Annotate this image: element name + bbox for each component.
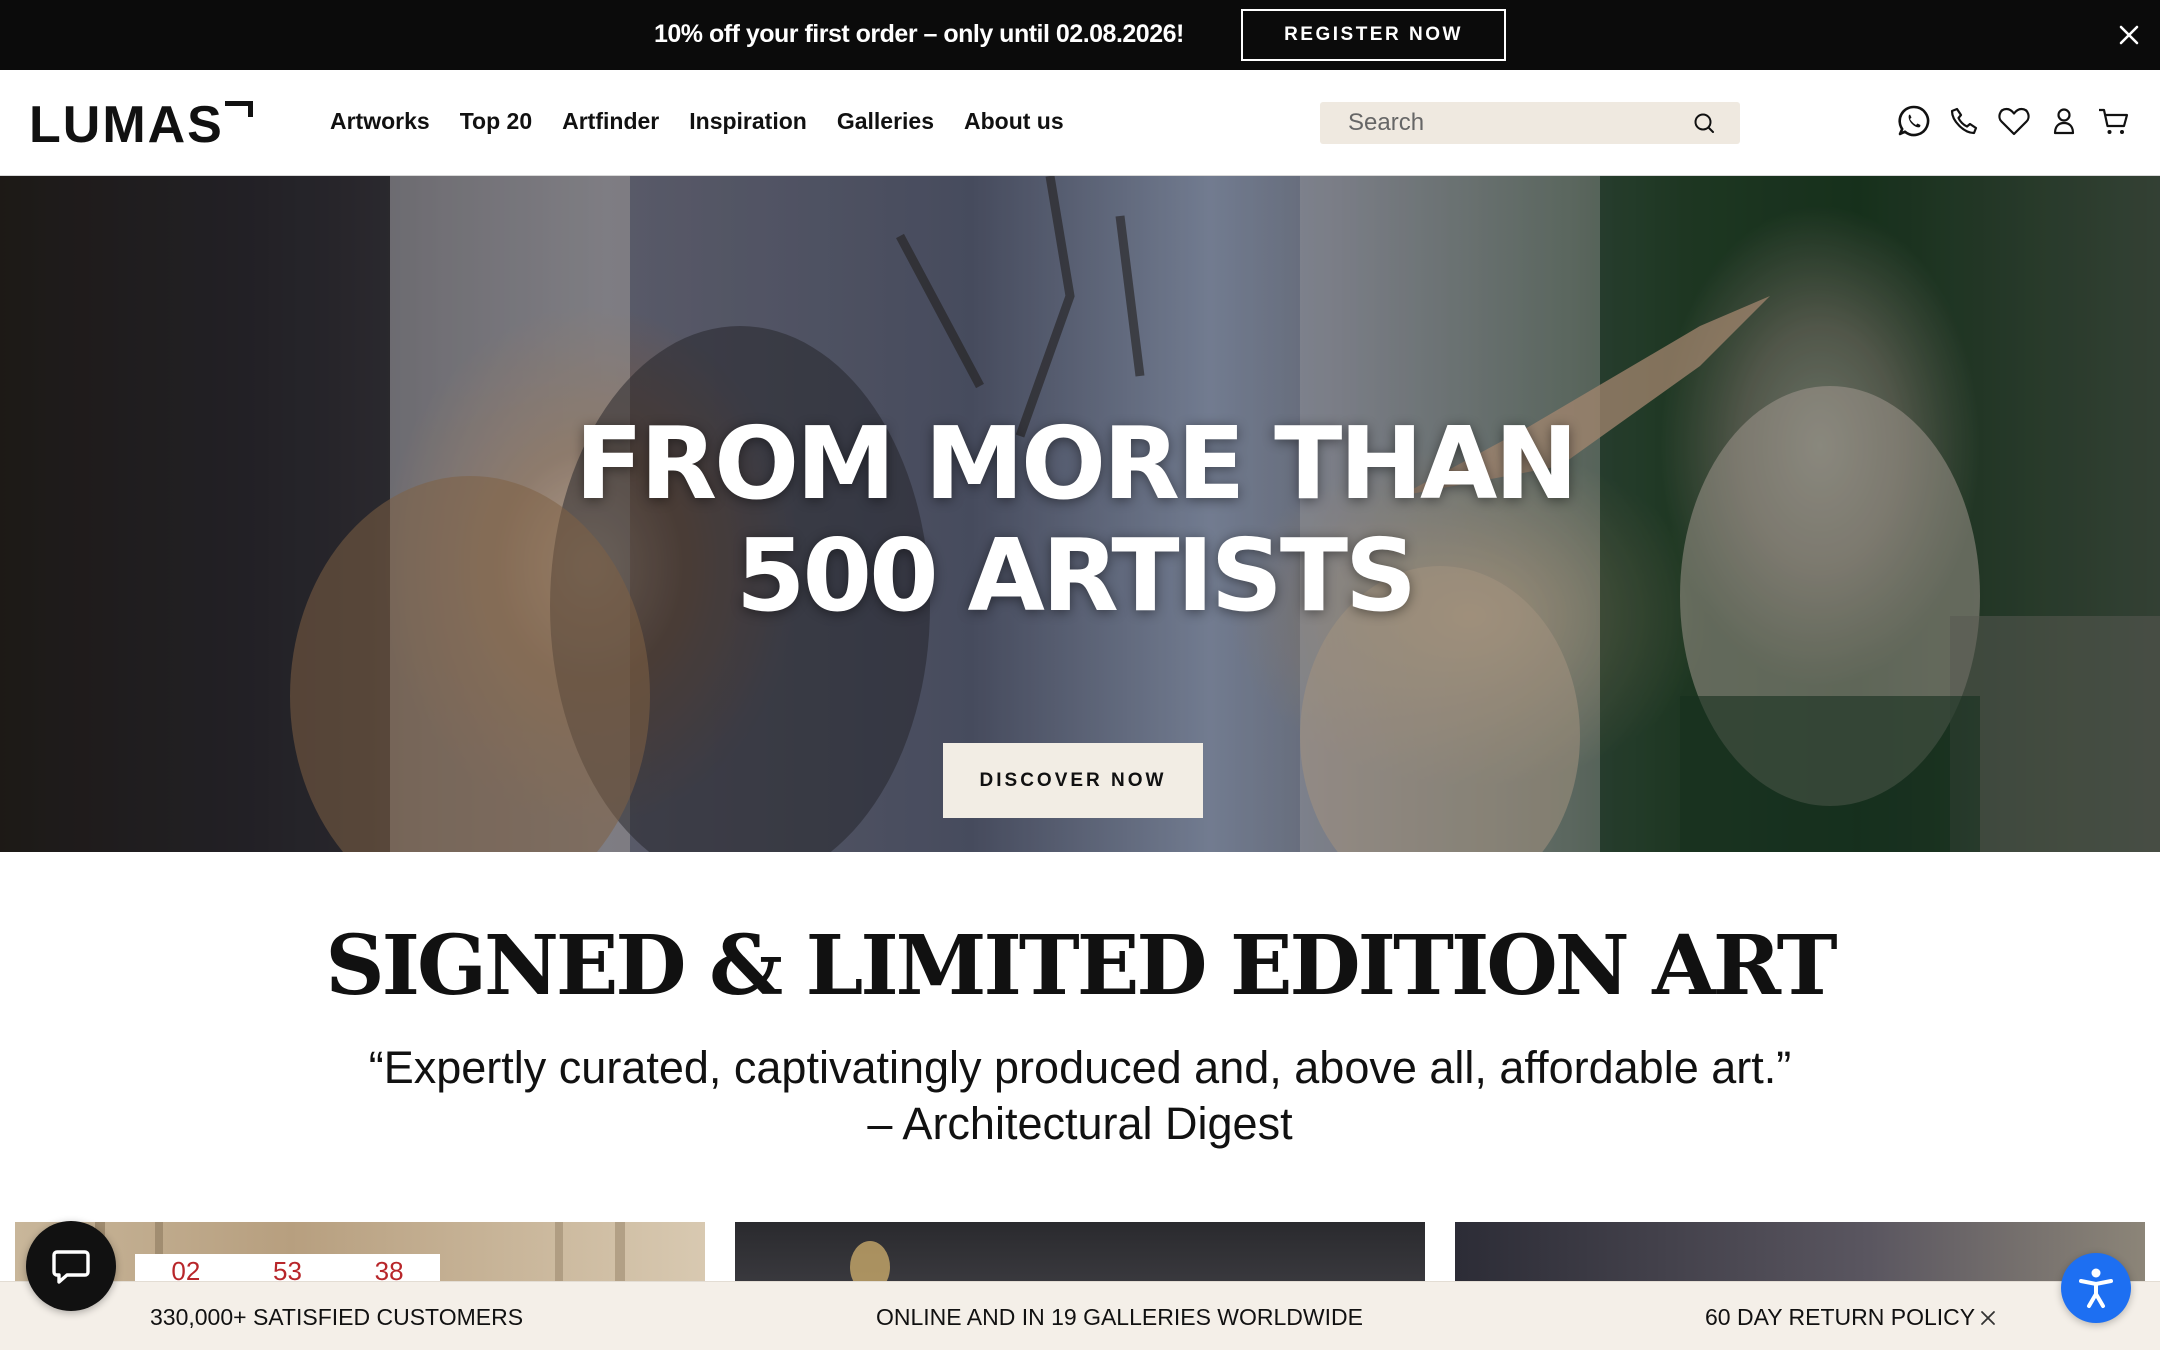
phone-icon[interactable] [1946,103,1982,139]
main-nav: Artworks Top 20 Artfinder Inspiration Ga… [330,108,1064,135]
lumas-logo[interactable]: LUMAS [29,95,224,155]
logo-corner-mark [225,101,253,117]
nav-top-20[interactable]: Top 20 [460,108,532,135]
discover-now-button[interactable]: DISCOVER NOW [943,743,1203,818]
section-title: SIGNED & LIMITED EDITION ART [325,918,1837,1014]
quote-attribution: – Architectural Digest [867,1098,1293,1149]
hero-title-line-2: 500 ARTISTS [735,517,1417,634]
search-input[interactable] [1320,102,1690,144]
whatsapp-icon[interactable] [1896,103,1932,139]
quote-text: “Expertly curated, captivatingly produce… [368,1042,1792,1093]
trust-customers: 330,000+ SATISFIED CUSTOMERS [150,1304,524,1330]
accessibility-icon [2079,1268,2113,1308]
trust-galleries: ONLINE AND IN 19 GALLERIES WORLDWIDE [876,1304,1363,1330]
nav-artfinder[interactable]: Artfinder [562,108,659,135]
chat-button[interactable] [26,1221,116,1311]
close-icon[interactable] [2114,20,2144,50]
nav-galleries[interactable]: Galleries [837,108,934,135]
close-icon[interactable] [1978,1308,1998,1328]
nav-about-us[interactable]: About us [964,108,1064,135]
user-icon[interactable] [2046,103,2082,139]
promo-banner: 10% off your first order – only until 02… [0,0,2160,70]
cart-icon[interactable] [2096,103,2132,139]
heart-icon[interactable] [1996,103,2032,139]
chat-icon [52,1250,90,1284]
accessibility-button[interactable] [2061,1253,2131,1323]
site-header: LUMAS Artworks Top 20 Artfinder Inspirat… [0,70,2160,176]
register-now-button[interactable]: REGISTER NOW [1241,9,1506,61]
header-icons [1896,103,2132,139]
search-icon[interactable] [1692,111,1716,135]
trust-bar: 330,000+ SATISFIED CUSTOMERS ONLINE AND … [0,1281,2160,1350]
promo-text: 10% off your first order – only until 02… [654,20,1184,48]
press-quote: “Expertly curated, captivatingly produce… [0,1040,2160,1152]
nav-inspiration[interactable]: Inspiration [689,108,807,135]
hero-title-line-1: FROM MORE THAN [574,405,1578,522]
nav-artworks[interactable]: Artworks [330,108,430,135]
hero-title: FROM MORE THAN 500 ARTISTS [0,408,2150,632]
hero-banner: FROM MORE THAN 500 ARTISTS DISCOVER NOW [0,176,2160,852]
trust-returns: 60 DAY RETURN POLICY [1705,1304,1976,1330]
search-box [1320,102,1740,144]
